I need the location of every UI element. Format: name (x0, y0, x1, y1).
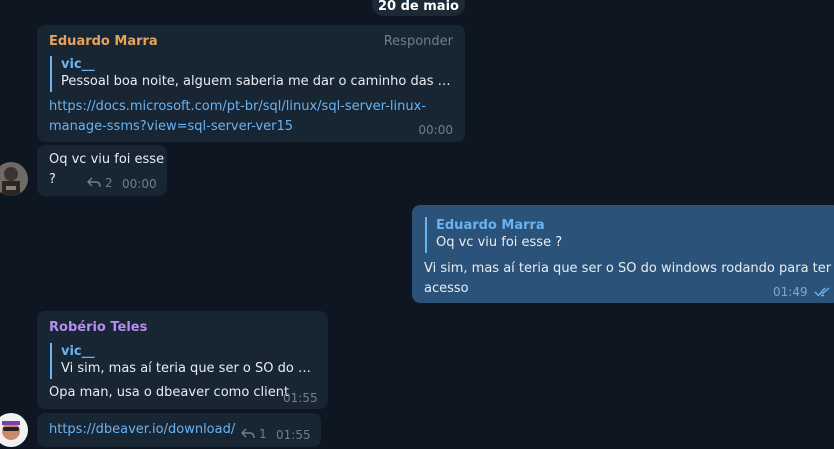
sender-name[interactable]: Eduardo Marra (49, 34, 158, 49)
user-avatar[interactable] (0, 162, 28, 196)
reply-button[interactable]: Responder (384, 34, 453, 49)
replies-counter[interactable]: 1 (241, 427, 267, 441)
link-line-2[interactable]: manage-ssms?view=sql-server-ver15 (49, 117, 426, 137)
message-bubble-outgoing[interactable]: Eduardo Marra Oq vc viu foi esse ? Vi si… (412, 205, 834, 303)
reply-count: 2 (105, 176, 113, 190)
reply-arrow-icon (241, 428, 255, 439)
message-text: Opa man, usa o dbeaver como client (49, 385, 290, 400)
message-line-1: Oq vc viu foi esse (49, 152, 165, 167)
reply-arrow-icon (87, 177, 101, 188)
link-line-1[interactable]: https://docs.microsoft.com/pt-br/sql/lin… (49, 97, 426, 117)
quote-author: vic__ (61, 344, 95, 359)
replies-counter[interactable]: 2 (87, 176, 113, 190)
user-avatar[interactable] (0, 413, 28, 447)
sender-name[interactable]: Robério Teles (49, 320, 147, 335)
date-label: 20 de maio (378, 0, 459, 14)
message-bubble-download-link[interactable]: https://dbeaver.io/download/ 1 01:55 (37, 413, 321, 447)
message-text: Vi sim, mas aí teria que ser o SO do win… (424, 259, 831, 299)
message-link[interactable]: https://docs.microsoft.com/pt-br/sql/lin… (49, 97, 426, 137)
quote-text: Pessoal boa noite, alguem saberia me dar… (61, 74, 455, 89)
quote-author: vic__ (61, 57, 95, 72)
read-checkmarks-icon (814, 287, 830, 297)
quote-author: Eduardo Marra (436, 218, 545, 233)
reply-count: 1 (259, 427, 267, 441)
message-time: 00:00 (122, 177, 157, 191)
message-time: 01:55 (283, 391, 318, 405)
reply-quote[interactable]: vic__ Vi sim, mas aí teria que ser o SO … (50, 343, 318, 379)
message-link[interactable]: https://dbeaver.io/download/ (49, 420, 235, 440)
message-time: 00:00 (418, 123, 453, 137)
message-time: 01:49 (773, 285, 808, 299)
date-separator: 20 de maio (372, 0, 465, 16)
message-line-1: Vi sim, mas aí teria que ser o SO do win… (424, 261, 832, 276)
quote-text: Vi sim, mas aí teria que ser o SO do win… (61, 361, 318, 376)
message-time: 01:55 (276, 428, 311, 442)
message-bubble-roberio[interactable]: Robério Teles vic__ Vi sim, mas aí teria… (37, 311, 328, 409)
quote-text: Oq vc viu foi esse ? (436, 235, 563, 250)
message-bubble-question[interactable]: Oq vc viu foi esse ? 2 00:00 (37, 145, 167, 196)
message-bubble-eduardo-link[interactable]: Eduardo Marra Responder vic__ Pessoal bo… (37, 25, 465, 142)
reply-quote[interactable]: Eduardo Marra Oq vc viu foi esse ? (425, 217, 765, 253)
reply-quote[interactable]: vic__ Pessoal boa noite, alguem saberia … (50, 56, 455, 92)
message-line-2: acesso (424, 281, 469, 296)
